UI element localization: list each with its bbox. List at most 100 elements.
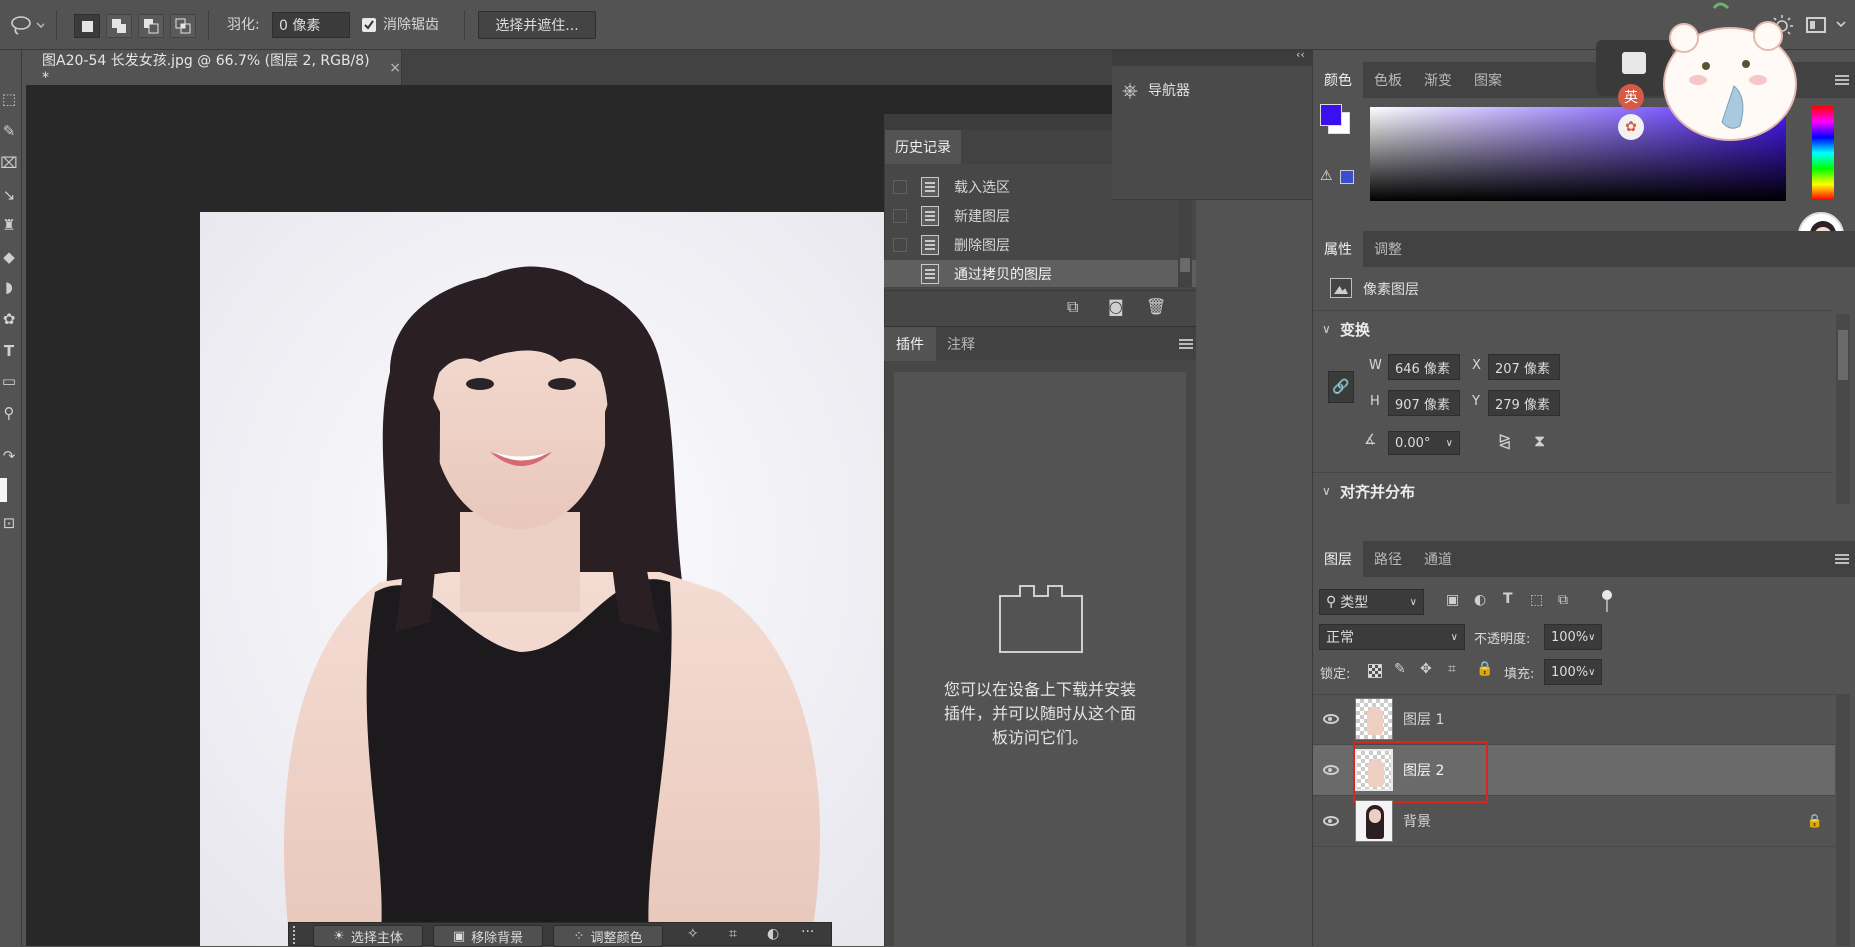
panel-menu-icon[interactable] (1835, 75, 1849, 85)
new-document-icon[interactable]: ⧉ (1067, 297, 1078, 317)
foreground-color-swatch[interactable] (1320, 104, 1342, 126)
intersect-selection-button[interactable] (170, 14, 196, 38)
screen-mode-icon[interactable]: ⊡ (0, 512, 18, 534)
angle-input[interactable]: 0.00° ∨ (1388, 431, 1460, 455)
mask-icon[interactable]: ◐ (767, 926, 779, 942)
tab-paths[interactable]: 路径 (1363, 541, 1413, 577)
chevron-down-icon[interactable] (1836, 18, 1846, 32)
lock-all-icon[interactable]: 🔒 (1476, 661, 1493, 677)
more-icon[interactable]: ··· (801, 924, 814, 940)
transform-icon[interactable]: ⌗ (729, 926, 737, 942)
trash-icon[interactable]: 🗑 (1146, 297, 1166, 316)
tab-history[interactable]: 历史记录 (885, 130, 961, 164)
blend-mode-select[interactable]: 正常 ∨ (1319, 624, 1465, 650)
opacity-input[interactable]: 100% ∨ (1544, 624, 1602, 650)
flip-horizontal-icon[interactable]: ⧎ (1498, 431, 1511, 450)
filter-toggle-icon[interactable] (1602, 590, 1612, 600)
lasso-tool-preset-picker[interactable] (10, 14, 44, 36)
tab-adjustments[interactable]: 调整 (1363, 231, 1413, 267)
fill-input[interactable]: 100% ∨ (1544, 659, 1602, 685)
navigator-button[interactable]: ⎈ 导航器 (1122, 78, 1190, 102)
camera-icon[interactable]: ◙ (1108, 297, 1124, 316)
snapshot-checkbox[interactable] (893, 266, 907, 281)
brush-selection-icon[interactable]: ✎ (0, 120, 18, 142)
image-canvas[interactable] (200, 212, 884, 946)
transform-section-title[interactable]: 变换 (1340, 319, 1370, 340)
tab-swatches[interactable]: 色板 (1363, 62, 1413, 98)
tab-notes[interactable]: 注释 (936, 327, 986, 361)
lock-position-icon[interactable]: ✥ (1420, 661, 1432, 677)
history-item[interactable]: 新建图层 (884, 202, 1196, 230)
eyedropper-icon[interactable]: ↘ (0, 184, 18, 206)
hue-slider[interactable] (1812, 106, 1834, 200)
document-tab[interactable]: 图A20-54 长发女孩.jpg @ 66.7% (图层 2, RGB/8) *… (26, 50, 402, 86)
snapshot-checkbox[interactable] (893, 208, 907, 223)
chevron-down-icon[interactable]: ∨ (1322, 484, 1331, 498)
panel-menu-icon[interactable] (1835, 554, 1849, 564)
gradient-icon[interactable]: ◗ (0, 276, 18, 298)
tab-color[interactable]: 颜色 (1313, 62, 1363, 98)
ime-mode-badge[interactable]: 英 (1618, 84, 1644, 110)
marquee-icon[interactable]: ⬚ (0, 88, 18, 110)
collapse-icon[interactable]: ‹‹ (1296, 48, 1305, 61)
magic-icon[interactable]: ✧ (687, 926, 699, 942)
width-input[interactable]: 646 像素 (1388, 354, 1460, 380)
lock-artboard-icon[interactable]: ⌗ (1448, 661, 1456, 677)
layer-filter-kind-select[interactable]: ⚲ 类型 ∨ (1319, 589, 1424, 615)
history-item[interactable]: 删除图层 (884, 231, 1196, 259)
background-color-swatch[interactable] (0, 478, 7, 502)
swap-colors-icon[interactable]: ↷ (0, 445, 18, 467)
drag-handle-icon[interactable] (293, 926, 297, 944)
y-input[interactable]: 279 像素 (1488, 390, 1560, 416)
layer-row[interactable]: 图层 1 (1313, 694, 1835, 745)
stamp-icon[interactable]: ♜ (0, 214, 18, 236)
add-to-selection-button[interactable] (106, 14, 132, 38)
subtract-from-selection-button[interactable] (138, 14, 164, 38)
align-section-title[interactable]: 对齐并分布 (1340, 481, 1415, 502)
layer-name[interactable]: 图层 1 (1403, 709, 1444, 729)
layer-name[interactable]: 背景 (1403, 811, 1431, 831)
rectangle-icon[interactable]: ▭ (0, 370, 18, 392)
crop-icon[interactable]: ⌧ (0, 152, 18, 174)
select-and-mask-button[interactable]: 选择并遮住... (478, 11, 596, 39)
remove-background-button[interactable]: ▣ 移除背景 (433, 925, 543, 947)
height-input[interactable]: 907 像素 (1388, 390, 1460, 416)
feather-input[interactable]: 0 像素 (272, 12, 350, 38)
new-selection-button[interactable] (74, 14, 100, 38)
flip-vertical-icon[interactable]: ⧗ (1534, 431, 1545, 451)
filter-adjustment-icon[interactable]: ◐ (1474, 592, 1486, 608)
tab-channels[interactable]: 通道 (1413, 541, 1463, 577)
adjust-color-button[interactable]: ⁘ 调整颜色 (553, 925, 663, 947)
tab-properties[interactable]: 属性 (1313, 231, 1363, 267)
eraser-icon[interactable]: ◆ (0, 246, 18, 268)
snapshot-checkbox[interactable] (893, 237, 907, 252)
layers-scrollbar[interactable] (1836, 694, 1850, 946)
eye-icon[interactable] (1323, 816, 1339, 826)
warning-icon[interactable]: ⚠ (1320, 168, 1333, 184)
workspace-icon[interactable] (1806, 17, 1826, 33)
filter-shape-icon[interactable]: ⬚ (1530, 592, 1543, 608)
eye-icon[interactable] (1323, 714, 1339, 724)
eye-icon[interactable] (1323, 765, 1339, 775)
tab-layers[interactable]: 图层 (1313, 541, 1363, 577)
history-item-selected[interactable]: 通过拷贝的图层 (884, 260, 1196, 288)
antialias-checkbox[interactable] (362, 18, 376, 32)
link-icon[interactable]: 🔗 (1328, 371, 1354, 403)
filter-type-icon[interactable]: T (1503, 591, 1513, 607)
lock-transparency-icon[interactable] (1368, 664, 1382, 678)
websafe-color-swatch[interactable] (1340, 170, 1354, 184)
tab-gradients[interactable]: 渐变 (1413, 62, 1463, 98)
panel-menu-icon[interactable] (1179, 339, 1193, 349)
lock-brush-icon[interactable]: ✎ (1394, 661, 1406, 677)
layer-thumbnail[interactable] (1355, 698, 1393, 740)
type-icon[interactable]: T (0, 340, 18, 362)
chevron-down-icon[interactable]: ∨ (1322, 322, 1331, 336)
ime-skin-icon[interactable]: ✿ (1618, 114, 1644, 140)
tab-patterns[interactable]: 图案 (1463, 62, 1513, 98)
snapshot-checkbox[interactable] (893, 179, 907, 194)
pen-icon[interactable]: ✿ (0, 308, 18, 330)
close-icon[interactable]: × (389, 60, 401, 76)
select-subject-button[interactable]: ☀ 选择主体 (313, 925, 423, 947)
filter-pixel-icon[interactable]: ▣ (1446, 592, 1459, 608)
zoom-icon[interactable]: ⚲ (0, 402, 18, 424)
